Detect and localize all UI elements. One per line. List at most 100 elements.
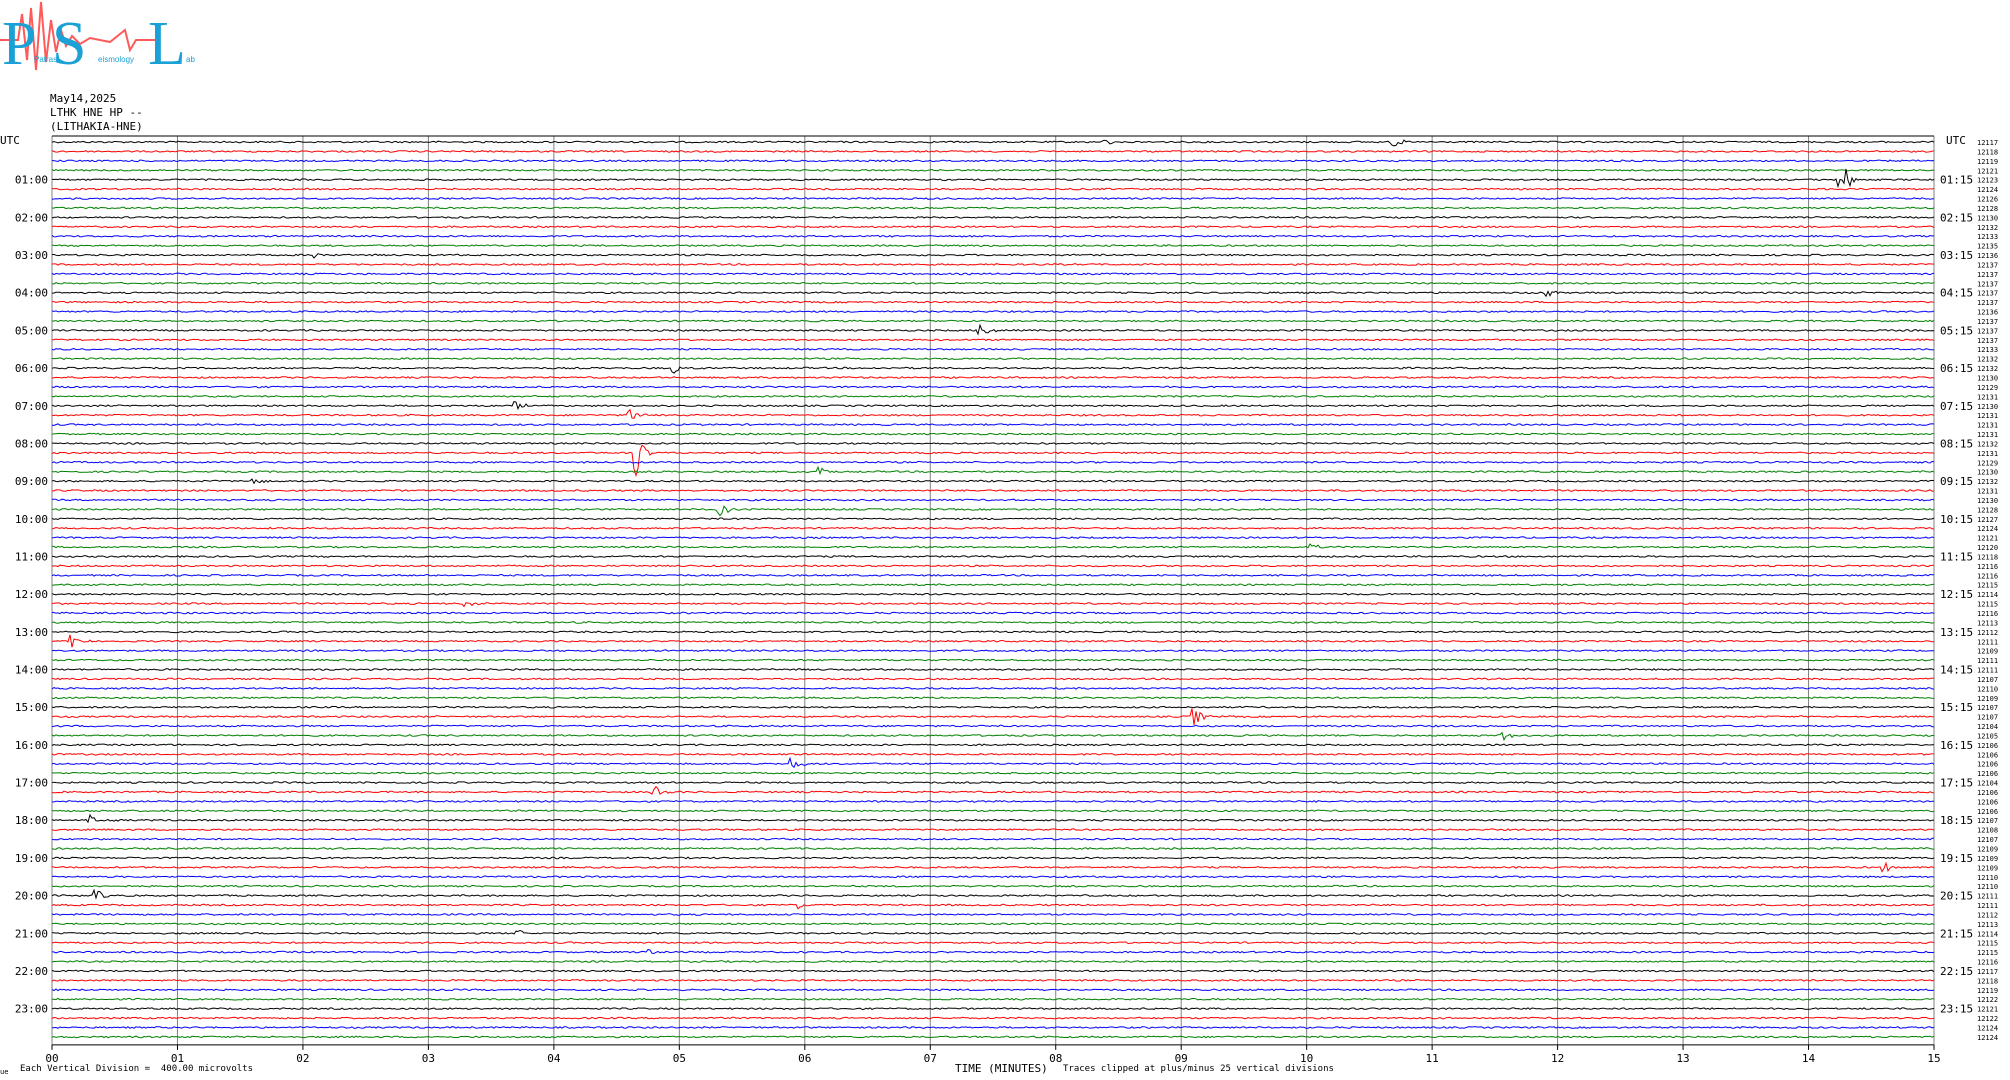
trace-count-label: 12111	[1977, 893, 1998, 901]
trace-count-label: 12107	[1977, 714, 1998, 722]
seismic-trace	[51, 630, 1935, 634]
seismic-trace	[51, 139, 1935, 147]
scale-note: Each Vertical Division = 400.00 microvol…	[20, 1064, 253, 1074]
seismic-trace	[51, 724, 1934, 728]
seismic-trace	[51, 168, 1935, 172]
seismic-trace	[51, 752, 1935, 756]
trace-count-label: 12124	[1977, 1024, 1998, 1032]
seismic-trace	[51, 465, 1935, 476]
seismic-trace	[51, 517, 1935, 521]
x-tick-label: 13	[1676, 1052, 1689, 1065]
seismic-trace	[51, 338, 1935, 342]
hour-label-left: 19:00	[15, 852, 48, 865]
trace-count-label: 12131	[1977, 450, 1998, 458]
trace-count-label: 12137	[1977, 318, 1998, 326]
seismic-trace	[51, 441, 1935, 445]
trace-count-label: 12106	[1977, 798, 1998, 806]
seismic-trace	[51, 875, 1935, 879]
hour-label-left: 06:00	[15, 362, 48, 375]
seismic-trace	[51, 781, 1935, 784]
trace-count-label: 12116	[1977, 610, 1998, 618]
seismic-trace	[51, 215, 1935, 219]
hour-label-left: 22:00	[15, 965, 48, 978]
seismic-trace	[51, 197, 1935, 200]
hour-label-left: 02:00	[15, 211, 48, 224]
seismic-trace	[51, 555, 1935, 558]
trace-group	[51, 139, 1935, 1039]
right-utc-label: UTC	[1946, 134, 1966, 147]
trace-count-label: 12106	[1977, 808, 1998, 816]
hour-label-right: 19:15	[1940, 852, 1973, 865]
trace-count-label: 12124	[1977, 525, 1998, 533]
seismic-trace	[51, 602, 1935, 608]
seismic-trace	[51, 281, 1935, 285]
trace-count-label: 12116	[1977, 563, 1998, 571]
trace-count-label: 12110	[1977, 685, 1998, 693]
trace-count-label: 12112	[1977, 911, 1998, 919]
trace-count-label: 12115	[1977, 940, 1998, 948]
trace-count-label: 12109	[1977, 864, 1998, 872]
seismic-trace	[51, 272, 1935, 276]
trace-count-label: 12104	[1977, 723, 1998, 731]
seismic-trace	[51, 432, 1935, 436]
seismic-trace	[51, 941, 1935, 945]
trace-count-label: 12137	[1977, 271, 1998, 279]
x-tick-label: 08	[1049, 1052, 1062, 1065]
seismic-trace	[51, 705, 1935, 709]
trace-count-label: 12128	[1977, 506, 1998, 514]
hour-label-right: 08:15	[1940, 437, 1973, 450]
seismic-trace	[51, 856, 1935, 860]
trace-count-label: 12129	[1977, 384, 1998, 392]
seismic-trace	[51, 949, 1935, 954]
trace-count-label: 12130	[1977, 214, 1998, 222]
seismic-trace	[51, 376, 1935, 379]
trace-count-label: 12109	[1977, 695, 1998, 703]
seismic-trace	[51, 478, 1935, 485]
seismic-trace	[51, 658, 1935, 662]
hour-label-right: 18:15	[1940, 814, 1973, 827]
hour-label-left: 21:00	[15, 927, 48, 940]
hour-label-left: 23:00	[15, 1003, 48, 1016]
trace-count-label: 12127	[1977, 516, 1998, 524]
trace-count-label: 12132	[1977, 478, 1998, 486]
seismic-trace	[51, 634, 1935, 648]
seismic-trace	[51, 423, 1935, 427]
trace-count-label: 12122	[1977, 996, 1998, 1004]
x-tick-label: 01	[171, 1052, 184, 1065]
trace-count-label: 12106	[1977, 770, 1998, 778]
trace-count-label: 12136	[1977, 309, 1998, 317]
seismic-trace	[51, 159, 1935, 163]
trace-count-label: 12130	[1977, 497, 1998, 505]
seismic-trace	[51, 206, 1935, 210]
trace-count-label: 12107	[1977, 817, 1998, 825]
trace-count-label: 12130	[1977, 403, 1998, 411]
seismic-trace	[51, 526, 1935, 530]
trace-count-label: 12133	[1977, 233, 1998, 241]
trace-count-label: 12108	[1977, 827, 1998, 835]
trace-count-label: 12107	[1977, 704, 1998, 712]
seismic-trace	[51, 837, 1934, 841]
hour-label-right: 22:15	[1940, 965, 1973, 978]
seismic-trace	[51, 592, 1935, 596]
trace-count-label: 12137	[1977, 280, 1998, 288]
x-tick-label: 14	[1802, 1052, 1816, 1065]
x-tick-label: 07	[924, 1052, 937, 1065]
trace-count-label: 12112	[1977, 629, 1998, 637]
seismic-trace	[51, 708, 1935, 725]
seismic-trace	[51, 903, 1935, 910]
seismic-trace	[51, 168, 1935, 189]
hour-label-left: 08:00	[15, 437, 48, 450]
seismic-trace	[51, 979, 1935, 982]
trace-count-label: 12111	[1977, 902, 1998, 910]
trace-count-label: 12109	[1977, 648, 1998, 656]
trace-count-label: 12137	[1977, 261, 1998, 269]
hour-label-left: 10:00	[15, 513, 48, 526]
trace-count-label: 12135	[1977, 243, 1998, 251]
hour-label-left: 18:00	[15, 814, 48, 827]
trace-count-label: 12131	[1977, 422, 1998, 430]
trace-count-label: 12117	[1977, 968, 1998, 976]
seismic-trace	[51, 498, 1935, 502]
x-tick-label: 04	[547, 1052, 561, 1065]
hour-label-left: 07:00	[15, 400, 48, 413]
seismic-trace	[51, 677, 1934, 681]
